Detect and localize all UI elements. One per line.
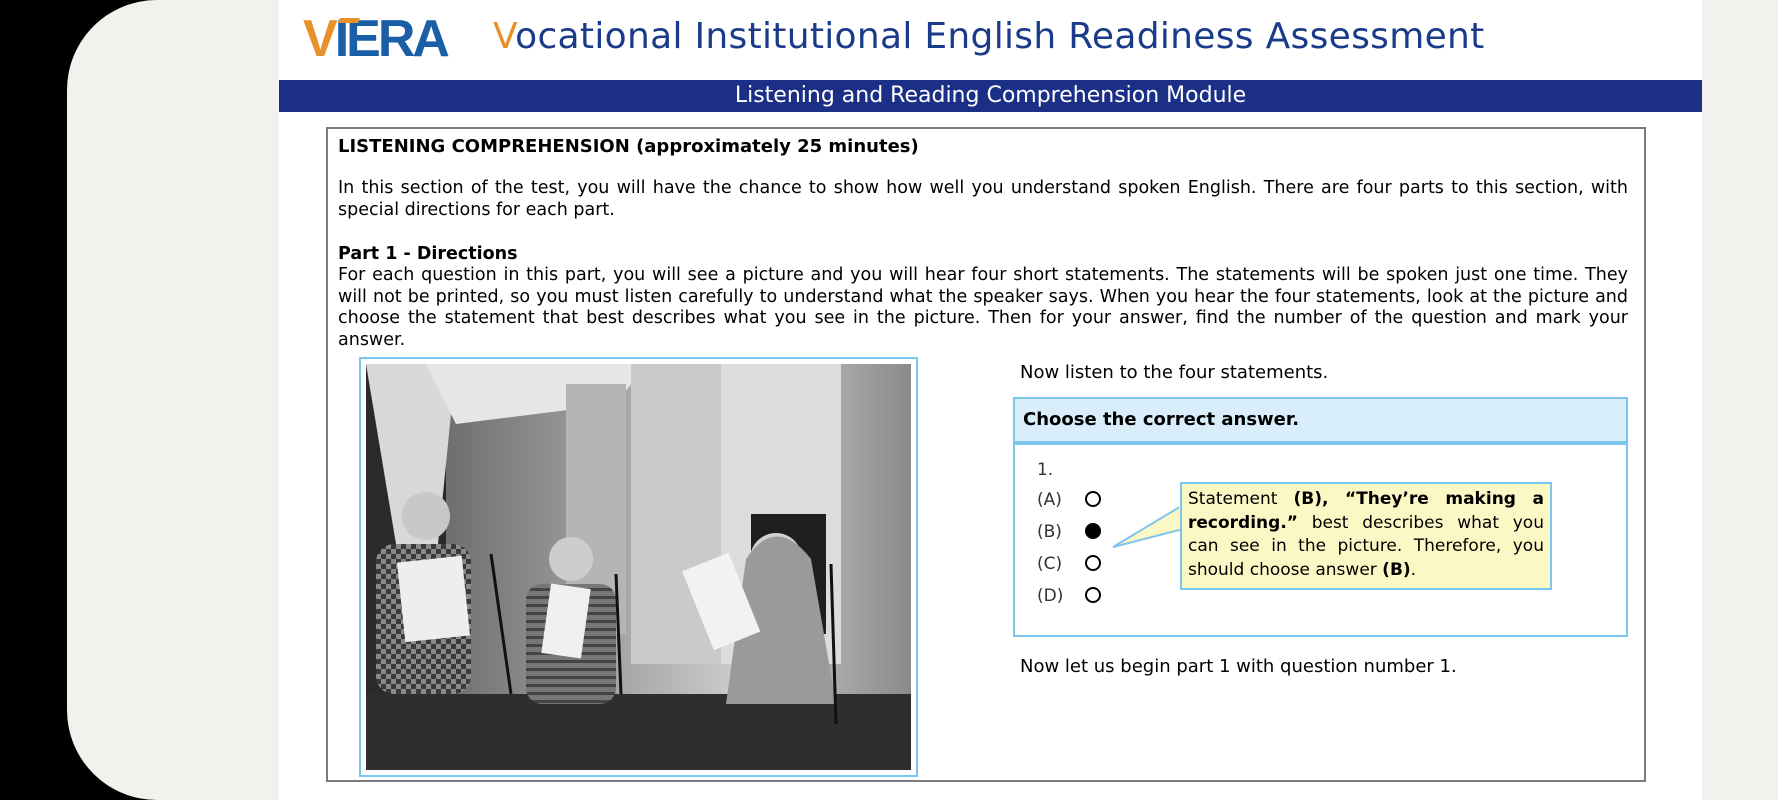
callout-pointer-icon bbox=[1112, 503, 1187, 548]
listen-instruction: Now listen to the four statements. bbox=[1020, 362, 1329, 383]
viera-logo: VIERA bbox=[303, 10, 450, 68]
part-heading: Part 1 - Directions bbox=[338, 244, 518, 264]
option-label: (A) bbox=[1037, 490, 1062, 510]
option-label: (D) bbox=[1037, 586, 1064, 606]
begin-instruction: Now let us begin part 1 with question nu… bbox=[1020, 656, 1457, 677]
radio-button-c[interactable] bbox=[1085, 555, 1101, 571]
choose-answer-label: Choose the correct answer. bbox=[1023, 409, 1300, 430]
answer-explanation-callout: Statement (B), “They’re making a recordi… bbox=[1180, 482, 1552, 590]
module-banner: Listening and Reading Comprehension Modu… bbox=[279, 80, 1702, 112]
page-title: Vocational Institutional English Readine… bbox=[493, 16, 1485, 57]
device-frame: VIERA Vocational Institutional English R… bbox=[67, 0, 1778, 800]
part-directions: For each question in this part, you will… bbox=[338, 265, 1628, 350]
logo-accent bbox=[338, 18, 360, 23]
title-rest: ocational Institutional English Readines… bbox=[515, 16, 1485, 57]
test-page: VIERA Vocational Institutional English R… bbox=[279, 0, 1702, 800]
option-label: (C) bbox=[1037, 554, 1063, 574]
question-number: 1. bbox=[1037, 460, 1054, 480]
radio-button-b-selected[interactable] bbox=[1085, 523, 1101, 539]
section-heading: LISTENING COMPREHENSION (approximately 2… bbox=[338, 136, 919, 157]
option-d[interactable]: (D) bbox=[1037, 584, 1127, 608]
section-intro: In this section of the test, you will ha… bbox=[338, 178, 1628, 220]
callout-pre: Statement bbox=[1188, 489, 1294, 509]
radio-button-d[interactable] bbox=[1085, 587, 1101, 603]
title-first-letter: V bbox=[493, 16, 516, 57]
choose-answer-header: Choose the correct answer. bbox=[1013, 397, 1628, 443]
radio-button-a[interactable] bbox=[1085, 491, 1101, 507]
question-photo-frame bbox=[359, 357, 918, 777]
content-panel: LISTENING COMPREHENSION (approximately 2… bbox=[326, 127, 1646, 782]
callout-post: . bbox=[1410, 559, 1417, 580]
option-label: (B) bbox=[1037, 522, 1062, 542]
callout-answer-letter: (B) bbox=[1382, 559, 1411, 580]
recording-studio-photo bbox=[366, 364, 911, 770]
option-c[interactable]: (C) bbox=[1037, 552, 1127, 576]
answer-options-box: 1. (A) (B) (C) (D) Statement (B), “They’… bbox=[1013, 443, 1628, 637]
